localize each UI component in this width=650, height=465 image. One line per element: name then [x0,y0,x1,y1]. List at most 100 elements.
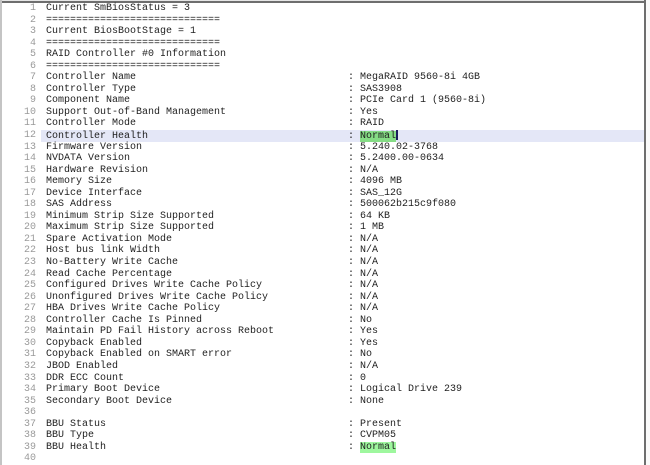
log-text-area[interactable]: 1Current SmBiosStatus = 32==============… [2,3,644,465]
field-label: Memory Size [46,176,348,188]
field-label: Configured Drives Write Cache Policy [46,280,348,292]
field-label: SAS Address [46,199,348,211]
field-value: N/A [360,303,378,314]
log-line[interactable]: 13Firmware Version: 5.240.02-3768 [2,142,644,154]
log-line[interactable]: 30Copyback Enabled: Yes [2,338,644,350]
line-number: 40 [2,453,41,465]
line-number: 30 [2,338,41,350]
log-line[interactable]: 18SAS Address: 500062b215c9f080 [2,199,644,211]
line-content: Copyback Enabled: Yes [41,338,644,350]
field-label: Read Cache Percentage [46,269,348,281]
field-label: Support Out-of-Band Management [46,107,348,119]
line-number: 11 [2,118,41,130]
log-line[interactable]: 23No-Battery Write Cache: N/A [2,257,644,269]
field-value: SAS3908 [360,84,402,95]
colon-separator: : [348,257,360,268]
line-number: 5 [2,49,41,61]
log-line[interactable]: 20Maximum Strip Size Supported: 1 MB [2,222,644,234]
line-number: 36 [2,407,41,419]
log-line[interactable]: 27HBA Drives Write Cache Policy: N/A [2,303,644,315]
log-text: ============================= [46,38,220,49]
field-label: Controller Type [46,84,348,96]
line-content: BBU Health: Normal [41,442,644,454]
log-line[interactable]: 14NVDATA Version: 5.2400.00-0634 [2,153,644,165]
log-line[interactable]: 26Unonfigured Drives Write Cache Policy:… [2,292,644,304]
line-number: 6 [2,61,41,73]
line-content: Copyback Enabled on SMART error: No [41,349,644,361]
log-line[interactable]: 2============================= [2,15,644,27]
text-cursor [396,130,398,140]
log-line[interactable]: 38BBU Type: CVPM05 [2,430,644,442]
field-value: Yes [360,107,378,118]
log-line[interactable]: 36 [2,407,644,419]
line-number: 18 [2,199,41,211]
field-value: Logical Drive 239 [360,384,462,395]
field-value: N/A [360,292,378,303]
log-line[interactable]: 11Controller Mode: RAID [2,118,644,130]
log-line[interactable]: 37BBU Status: Present [2,419,644,431]
line-content: Host bus link Width: N/A [41,245,644,257]
line-number: 27 [2,303,41,315]
field-label: Maintain PD Fail History across Reboot [46,326,348,338]
line-number: 12 [2,130,41,142]
field-value: Normal [360,442,396,453]
line-number: 3 [2,26,41,38]
log-line[interactable]: 39BBU Health: Normal [2,442,644,454]
log-line[interactable]: 6============================= [2,61,644,73]
log-line[interactable]: 16Memory Size: 4096 MB [2,176,644,188]
log-line[interactable]: 25Configured Drives Write Cache Policy: … [2,280,644,292]
log-line[interactable]: 32JBOD Enabled: N/A [2,361,644,373]
log-line[interactable]: 4============================= [2,38,644,50]
line-content: Unonfigured Drives Write Cache Policy: N… [41,292,644,304]
log-line[interactable]: 7Controller Name: MegaRAID 9560-8i 4GB [2,72,644,84]
field-value: No [360,349,372,360]
log-line[interactable]: 15Hardware Revision: N/A [2,165,644,177]
field-value: RAID [360,118,384,129]
log-line[interactable]: 24Read Cache Percentage: N/A [2,269,644,281]
log-line[interactable]: 19Minimum Strip Size Supported: 64 KB [2,211,644,223]
line-number: 7 [2,72,41,84]
line-number: 21 [2,234,41,246]
line-number: 33 [2,373,41,385]
log-line[interactable]: 8Controller Type: SAS3908 [2,84,644,96]
line-number: 23 [2,257,41,269]
line-content: ============================= [41,38,644,50]
log-line[interactable]: 31Copyback Enabled on SMART error: No [2,349,644,361]
field-label: Firmware Version [46,142,348,154]
field-label: Copyback Enabled on SMART error [46,349,348,361]
colon-separator: : [348,131,360,142]
log-line[interactable]: 9Component Name: PCIe Card 1 (9560-8i) [2,95,644,107]
line-content: ============================= [41,15,644,27]
colon-separator: : [348,142,360,153]
log-line[interactable]: 40 [2,453,644,465]
line-number: 25 [2,280,41,292]
colon-separator: : [348,269,360,280]
log-line[interactable]: 10Support Out-of-Band Management: Yes [2,107,644,119]
field-label: BBU Health [46,442,348,454]
line-content: BBU Type: CVPM05 [41,430,644,442]
log-line[interactable]: 29Maintain PD Fail History across Reboot… [2,326,644,338]
log-line[interactable]: 34Primary Boot Device: Logical Drive 239 [2,384,644,396]
line-number: 38 [2,430,41,442]
log-line-selected[interactable]: 12Controller Health: Normal [2,130,644,142]
log-line[interactable]: 17Device Interface: SAS_12G [2,188,644,200]
log-line[interactable]: 1Current SmBiosStatus = 3 [2,3,644,15]
log-line[interactable]: 28Controller Cache Is Pinned: No [2,315,644,327]
log-line[interactable]: 22Host bus link Width: N/A [2,245,644,257]
log-line[interactable]: 33DDR ECC Count: 0 [2,373,644,385]
field-label: Maximum Strip Size Supported [46,222,348,234]
field-label: Controller Cache Is Pinned [46,315,348,327]
line-number: 13 [2,142,41,154]
line-number: 19 [2,211,41,223]
log-line[interactable]: 21Spare Activation Mode: N/A [2,234,644,246]
colon-separator: : [348,107,360,118]
field-value: 500062b215c9f080 [360,199,456,210]
field-value: Normal [360,131,396,142]
field-value: SAS_12G [360,188,402,199]
field-label: Controller Name [46,72,348,84]
field-label: Controller Mode [46,118,348,130]
log-line[interactable]: 5RAID Controller #0 Information [2,49,644,61]
line-content [41,407,644,419]
log-line[interactable]: 35Secondary Boot Device: None [2,396,644,408]
log-line[interactable]: 3Current BiosBootStage = 1 [2,26,644,38]
